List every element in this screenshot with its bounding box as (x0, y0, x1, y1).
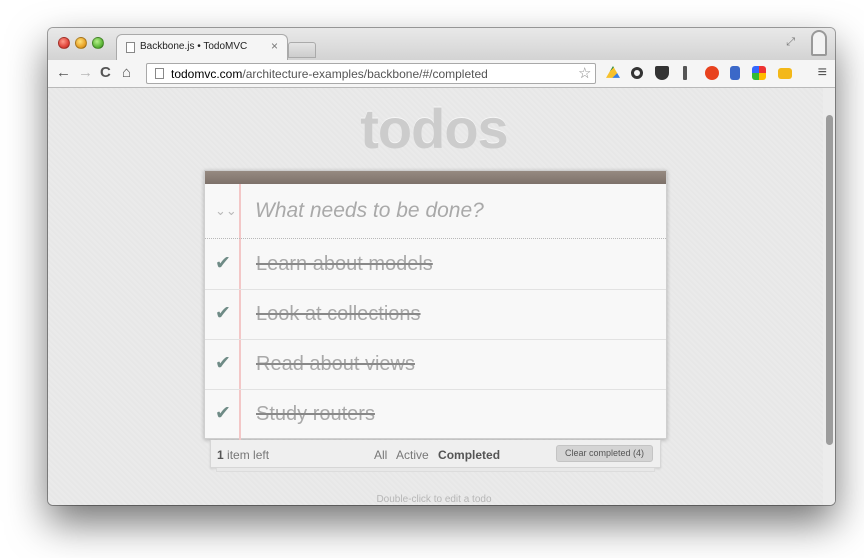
todo-label[interactable]: Study routers (256, 403, 375, 426)
folder-extension-icon[interactable] (778, 68, 792, 79)
home-button[interactable]: ⌂ (122, 64, 131, 82)
todo-item[interactable]: ✔ Look at collections (205, 290, 666, 340)
filter-active[interactable]: Active (396, 448, 429, 462)
todo-item[interactable]: ✔ Learn about models (205, 240, 666, 290)
todo-count: 1 item left (217, 448, 269, 462)
scrollbar-thumb[interactable] (826, 115, 833, 445)
todo-label[interactable]: Look at collections (256, 303, 421, 326)
back-button[interactable]: ← (56, 64, 71, 82)
forward-button[interactable]: → (78, 64, 93, 82)
checkmark-icon[interactable]: ✔ (215, 252, 231, 275)
fullscreen-icon[interactable]: ⤢ (786, 36, 795, 49)
checkmark-icon[interactable]: ✔ (215, 402, 231, 425)
todo-footer: 1 item left All Active Completed Clear c… (210, 440, 661, 468)
todo-count-number: 1 (217, 448, 224, 462)
page-icon (155, 68, 164, 79)
reload-button[interactable]: C (100, 64, 111, 82)
sync-extension-icon[interactable] (631, 67, 643, 79)
menu-icon[interactable]: ≡ (818, 64, 827, 82)
maximize-window-button[interactable] (92, 37, 104, 49)
pocket-icon[interactable] (655, 66, 669, 80)
bookmark-star-icon[interactable]: ☆ (578, 64, 591, 82)
page-title: todos (360, 97, 508, 160)
url-text[interactable]: todomvc.com/architecture-examples/backbo… (171, 67, 488, 81)
browser-tab[interactable]: Backbone.js • TodoMVC × (116, 34, 288, 60)
todo-count-text: item left (223, 448, 270, 462)
google-drive-icon[interactable] (606, 66, 620, 78)
new-todo-input[interactable] (255, 196, 655, 226)
page-content: todos ⌄⌄ ✔ Learn about models ✔ Look at … (48, 88, 835, 505)
opera-extension-icon[interactable] (705, 66, 719, 80)
footer-stack-shadow (216, 468, 655, 472)
checkmark-icon[interactable]: ✔ (215, 352, 231, 375)
todo-app: ⌄⌄ ✔ Learn about models ✔ Look at collec… (204, 170, 667, 440)
pen-extension-icon[interactable] (683, 66, 687, 80)
tab-close-icon[interactable]: × (271, 39, 278, 53)
todo-label[interactable]: Read about views (256, 353, 415, 376)
toggle-all-icon[interactable]: ⌄⌄ (215, 203, 237, 219)
todo-item[interactable]: ✔ Study routers (205, 390, 666, 440)
stack-extension-icon[interactable] (730, 66, 740, 80)
address-bar[interactable]: todomvc.com/architecture-examples/backbo… (146, 63, 596, 84)
filter-all[interactable]: All (374, 448, 387, 462)
info-text: Double-click to edit a todo (376, 494, 492, 505)
filter-completed[interactable]: Completed (438, 448, 500, 462)
scrollbar-track[interactable] (823, 88, 835, 505)
new-tab-button[interactable] (288, 42, 316, 58)
minimize-window-button[interactable] (75, 37, 87, 49)
profile-icon[interactable] (811, 30, 827, 56)
title-bar: Backbone.js • TodoMVC × ⤢ (48, 28, 835, 60)
color-extension-icon[interactable] (752, 66, 766, 80)
url-path: /architecture-examples/backbone/#/comple… (242, 67, 488, 81)
tab-title: Backbone.js • TodoMVC (140, 41, 248, 52)
browser-toolbar: ← → C ⌂ todomvc.com/architecture-example… (48, 60, 835, 88)
url-host: todomvc.com (171, 67, 243, 81)
todo-item[interactable]: ✔ Read about views (205, 340, 666, 390)
clear-completed-button[interactable]: Clear completed (4) (555, 445, 653, 462)
header-bar (205, 171, 666, 184)
new-todo-row: ⌄⌄ (205, 184, 666, 239)
browser-window: Backbone.js • TodoMVC × ⤢ ← → C ⌂ todomv… (48, 28, 835, 505)
filters: All Active Completed (374, 448, 506, 462)
checkmark-icon[interactable]: ✔ (215, 302, 231, 325)
page-icon (126, 42, 135, 53)
close-window-button[interactable] (58, 37, 70, 49)
todo-label[interactable]: Learn about models (256, 253, 433, 276)
